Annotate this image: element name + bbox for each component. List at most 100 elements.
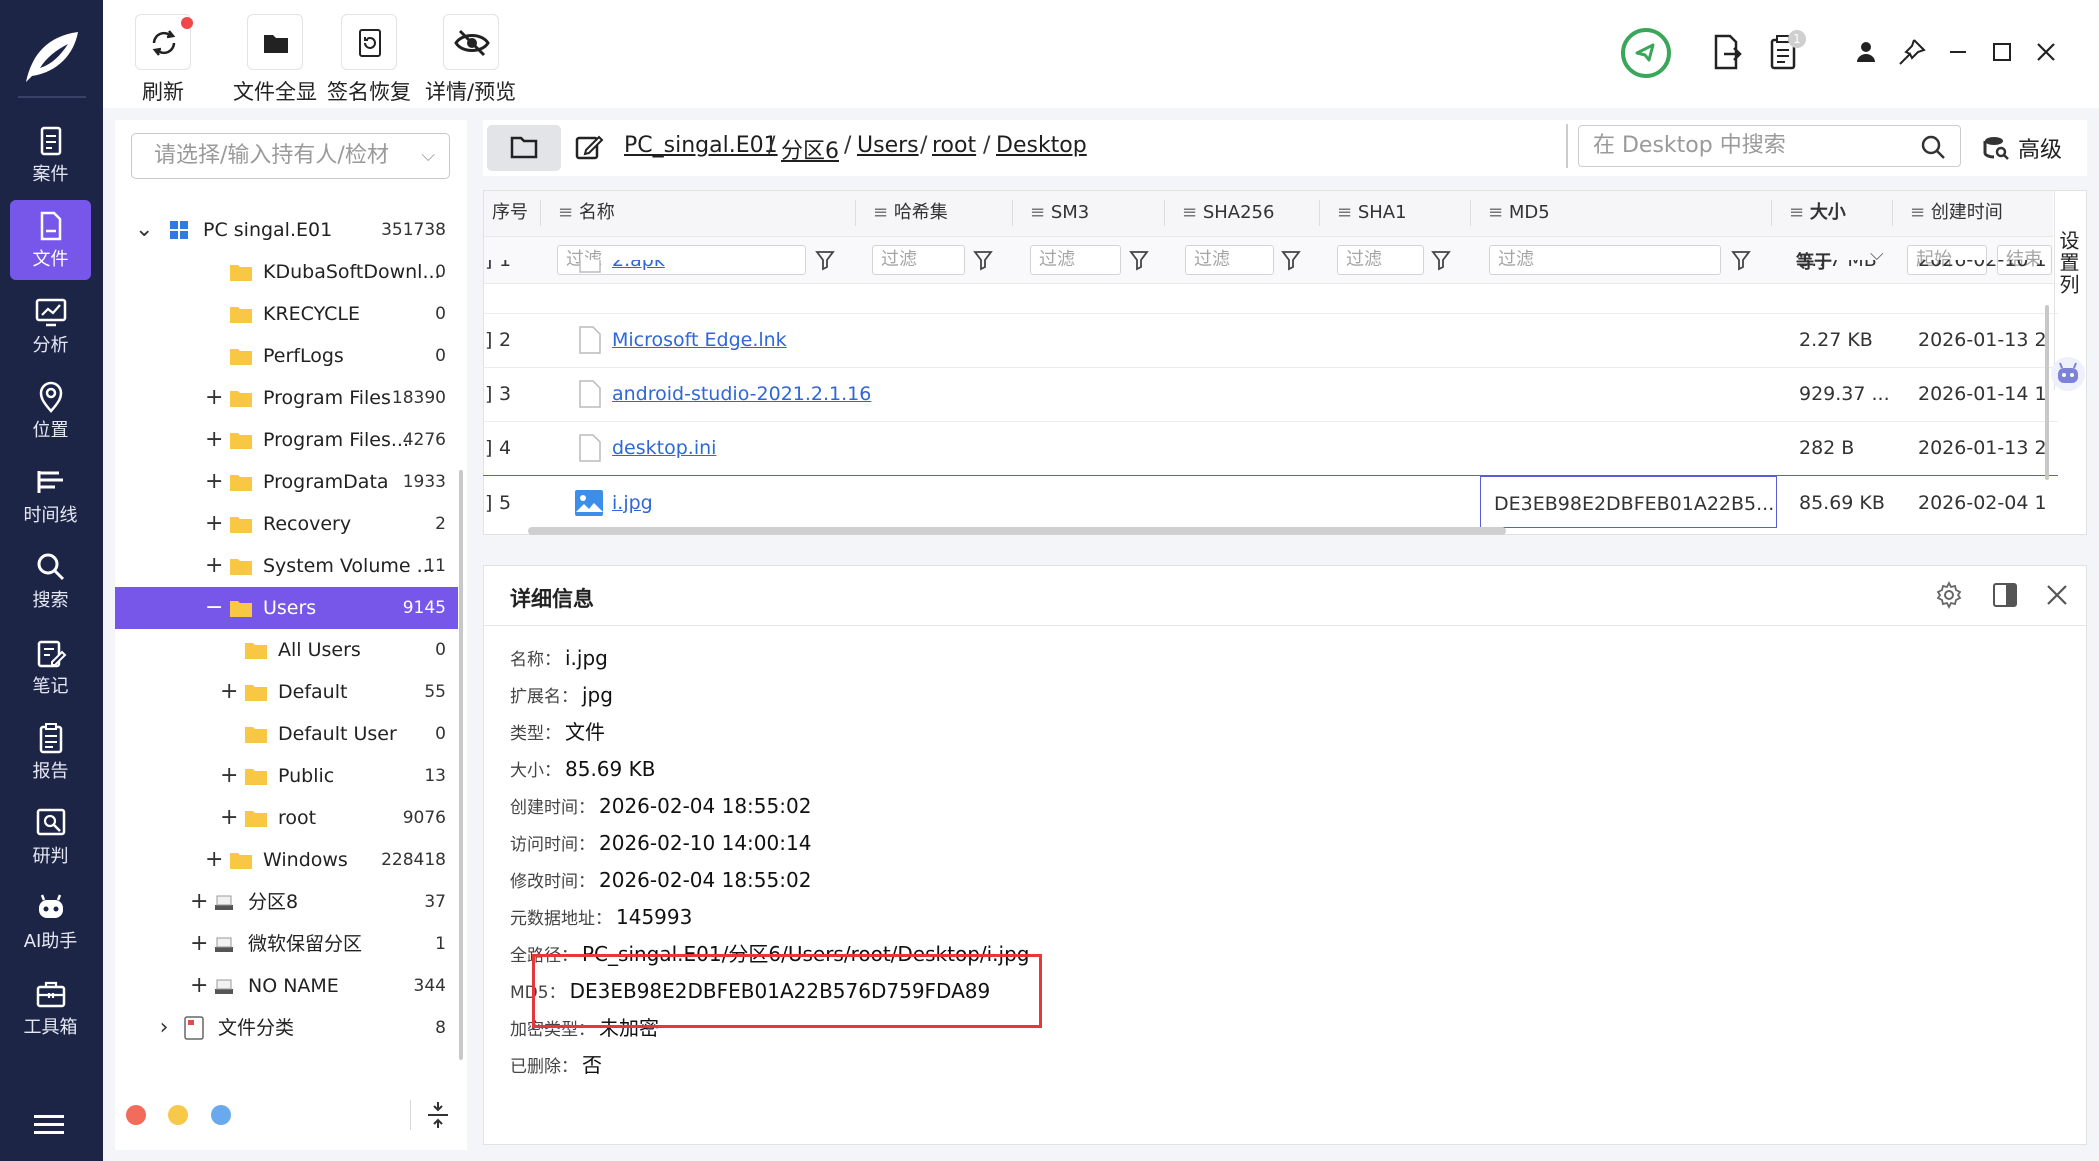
chevron-right-icon[interactable]: › (155, 1007, 173, 1049)
close-window-icon[interactable] (2026, 32, 2066, 72)
expand-icon[interactable]: + (220, 755, 238, 797)
tree-item[interactable]: + 微软保留分区 1 (115, 923, 458, 965)
tree-item[interactable]: All Users 0 (115, 629, 458, 671)
refresh-button[interactable]: 刷新 (135, 14, 193, 106)
minimize-icon[interactable] (1938, 32, 1978, 72)
row-file-name[interactable]: 2.apk (612, 260, 665, 287)
expand-icon[interactable]: + (190, 923, 208, 965)
expand-icon[interactable]: + (205, 461, 223, 503)
tree-item[interactable]: − Users 9145 (115, 587, 458, 629)
expand-icon[interactable]: + (190, 965, 208, 1007)
column-header-created[interactable]: ≡ 创建时间 (1910, 193, 2003, 233)
tree-item[interactable]: + Recovery 2 (115, 503, 458, 545)
breadcrumb-item[interactable]: 分区6 (781, 133, 839, 165)
expand-icon[interactable]: + (220, 797, 238, 839)
detail-field-value[interactable]: 否 (582, 1053, 602, 1077)
nav-item-case[interactable]: 案件 (10, 115, 91, 195)
tree-item[interactable]: › 文件分类 8 (115, 1007, 458, 1049)
tree-item[interactable]: KDubaSoftDownl... 0 (115, 251, 458, 293)
table-horizontal-scrollbar[interactable] (528, 527, 1506, 535)
pin-icon[interactable] (1892, 32, 1932, 72)
column-header-hashset[interactable]: ≡ 哈希集 (873, 193, 948, 233)
tree-item[interactable]: Default User 0 (115, 713, 458, 755)
detail-field-value[interactable]: 145993 (616, 905, 692, 929)
row-file-name[interactable]: android-studio-2021.2.1.16 (612, 367, 871, 421)
row-checkbox[interactable]: ] (485, 313, 492, 367)
nav-item-ai-assistant[interactable]: AI助手 (10, 882, 91, 962)
column-header-sha1[interactable]: ≡ SHA1 (1337, 193, 1407, 233)
tree-item[interactable]: + root 9076 (115, 797, 458, 839)
nav-item-report[interactable]: 报告 (10, 712, 91, 792)
column-header-sm3[interactable]: ≡ SM3 (1030, 193, 1089, 233)
expand-icon[interactable]: + (220, 671, 238, 713)
expand-icon[interactable]: + (205, 419, 223, 461)
tree-scrollbar[interactable] (459, 470, 463, 1060)
collapse-all-icon[interactable] (424, 1100, 452, 1130)
nav-item-note[interactable]: 笔记 (10, 627, 91, 707)
collapse-icon[interactable]: − (205, 587, 223, 629)
table-vertical-scrollbar[interactable] (2045, 305, 2049, 480)
column-header-name[interactable]: ≡ 名称 (558, 193, 615, 233)
nav-item-toolbox[interactable]: 工具箱 (10, 968, 91, 1048)
nav-item-location[interactable]: 位置 (10, 371, 91, 451)
nav-item-file[interactable]: 文件 (10, 200, 91, 280)
detail-field-value[interactable]: 85.69 KB (565, 757, 655, 781)
breadcrumb-item[interactable]: Desktop (996, 133, 1087, 158)
blue-dot-indicator[interactable] (211, 1105, 231, 1125)
detail-field-value[interactable]: 2026-02-04 18:55:02 (599, 794, 811, 818)
nav-item-analysis[interactable]: 分析 (10, 286, 91, 366)
row-checkbox[interactable]: ] (485, 476, 492, 530)
tree-item[interactable]: + Program Files... 4276 (115, 419, 458, 461)
detail-preview-button[interactable]: 详情/预览 (425, 14, 516, 106)
tree-item[interactable]: + Windows 228418 (115, 839, 458, 881)
tree-item[interactable]: + 分区8 37 (115, 881, 458, 923)
expand-icon[interactable]: + (205, 503, 223, 545)
maximize-icon[interactable] (1982, 32, 2022, 72)
tree-item[interactable]: + Program Files 18390 (115, 377, 458, 419)
expand-icon[interactable]: + (205, 839, 223, 881)
owner-select[interactable]: 请选择/输入持有人/检材 ⌵ (131, 133, 450, 179)
breadcrumb-item[interactable]: root (932, 133, 976, 158)
table-row[interactable]: ] 5 i.jpg DE3EB98E2DBFEB01A22B5... 85.69 KB 2… (483, 475, 2058, 529)
row-checkbox[interactable]: ] (485, 260, 492, 287)
nav-item-search[interactable]: 搜索 (10, 541, 91, 621)
row-md5[interactable]: DE3EB98E2DBFEB01A22B5... (1480, 476, 1777, 528)
tree-item[interactable]: + Default 55 (115, 671, 458, 713)
split-view-icon[interactable] (1990, 580, 2020, 610)
table-row[interactable]: ] 3 android-studio-2021.2.1.16 929.37 ... 20… (483, 367, 2058, 421)
yellow-dot-indicator[interactable] (168, 1105, 188, 1125)
user-icon[interactable] (1846, 32, 1886, 72)
ai-robot-icon[interactable] (2050, 356, 2086, 392)
tree-item[interactable]: + Public 13 (115, 755, 458, 797)
column-header-md5[interactable]: ≡ MD5 (1488, 193, 1550, 233)
tree-item[interactable]: + NO NAME 344 (115, 965, 458, 1007)
nav-item-judge[interactable]: 研判 (10, 797, 91, 877)
edit-path-icon[interactable] (574, 132, 604, 162)
signature-recovery-button[interactable]: 签名恢复 (327, 14, 411, 106)
menu-icon[interactable] (32, 1113, 66, 1137)
tree-item[interactable]: + ProgramData 1933 (115, 461, 458, 503)
nav-item-timeline[interactable]: 时间线 (10, 456, 91, 536)
detail-field-value[interactable]: i.jpg (565, 646, 608, 670)
browse-folder-button[interactable] (487, 125, 561, 171)
tree-item[interactable]: KRECYCLE 0 (115, 293, 458, 335)
search-input[interactable]: 在 Desktop 中搜索 (1578, 125, 1961, 167)
gear-icon[interactable] (1934, 580, 1964, 610)
detail-field-value[interactable]: 2026-02-04 18:55:02 (599, 868, 811, 892)
chevron-down-icon[interactable]: ⌄ (135, 209, 153, 251)
expand-icon[interactable]: + (205, 377, 223, 419)
row-file-name[interactable]: Microsoft Edge.lnk (612, 313, 787, 367)
column-header-index[interactable]: 序号 (492, 193, 528, 233)
detail-field-value[interactable]: 文件 (565, 720, 605, 744)
breadcrumb-item[interactable]: Users (857, 133, 919, 158)
row-file-name[interactable]: i.jpg (612, 476, 653, 530)
detail-field-value[interactable]: jpg (582, 683, 613, 707)
table-row[interactable]: ] 4 desktop.ini 282 B 2026-01-13 2 (483, 421, 2058, 475)
red-dot-indicator[interactable] (126, 1105, 146, 1125)
row-file-name[interactable]: desktop.ini (612, 421, 716, 475)
expand-icon[interactable]: + (205, 545, 223, 587)
row-checkbox[interactable]: ] (485, 367, 492, 421)
row-checkbox[interactable]: ] (485, 421, 492, 475)
column-header-size[interactable]: ≡ 大小 (1789, 193, 1846, 233)
location-pin-icon[interactable] (1620, 27, 1672, 79)
